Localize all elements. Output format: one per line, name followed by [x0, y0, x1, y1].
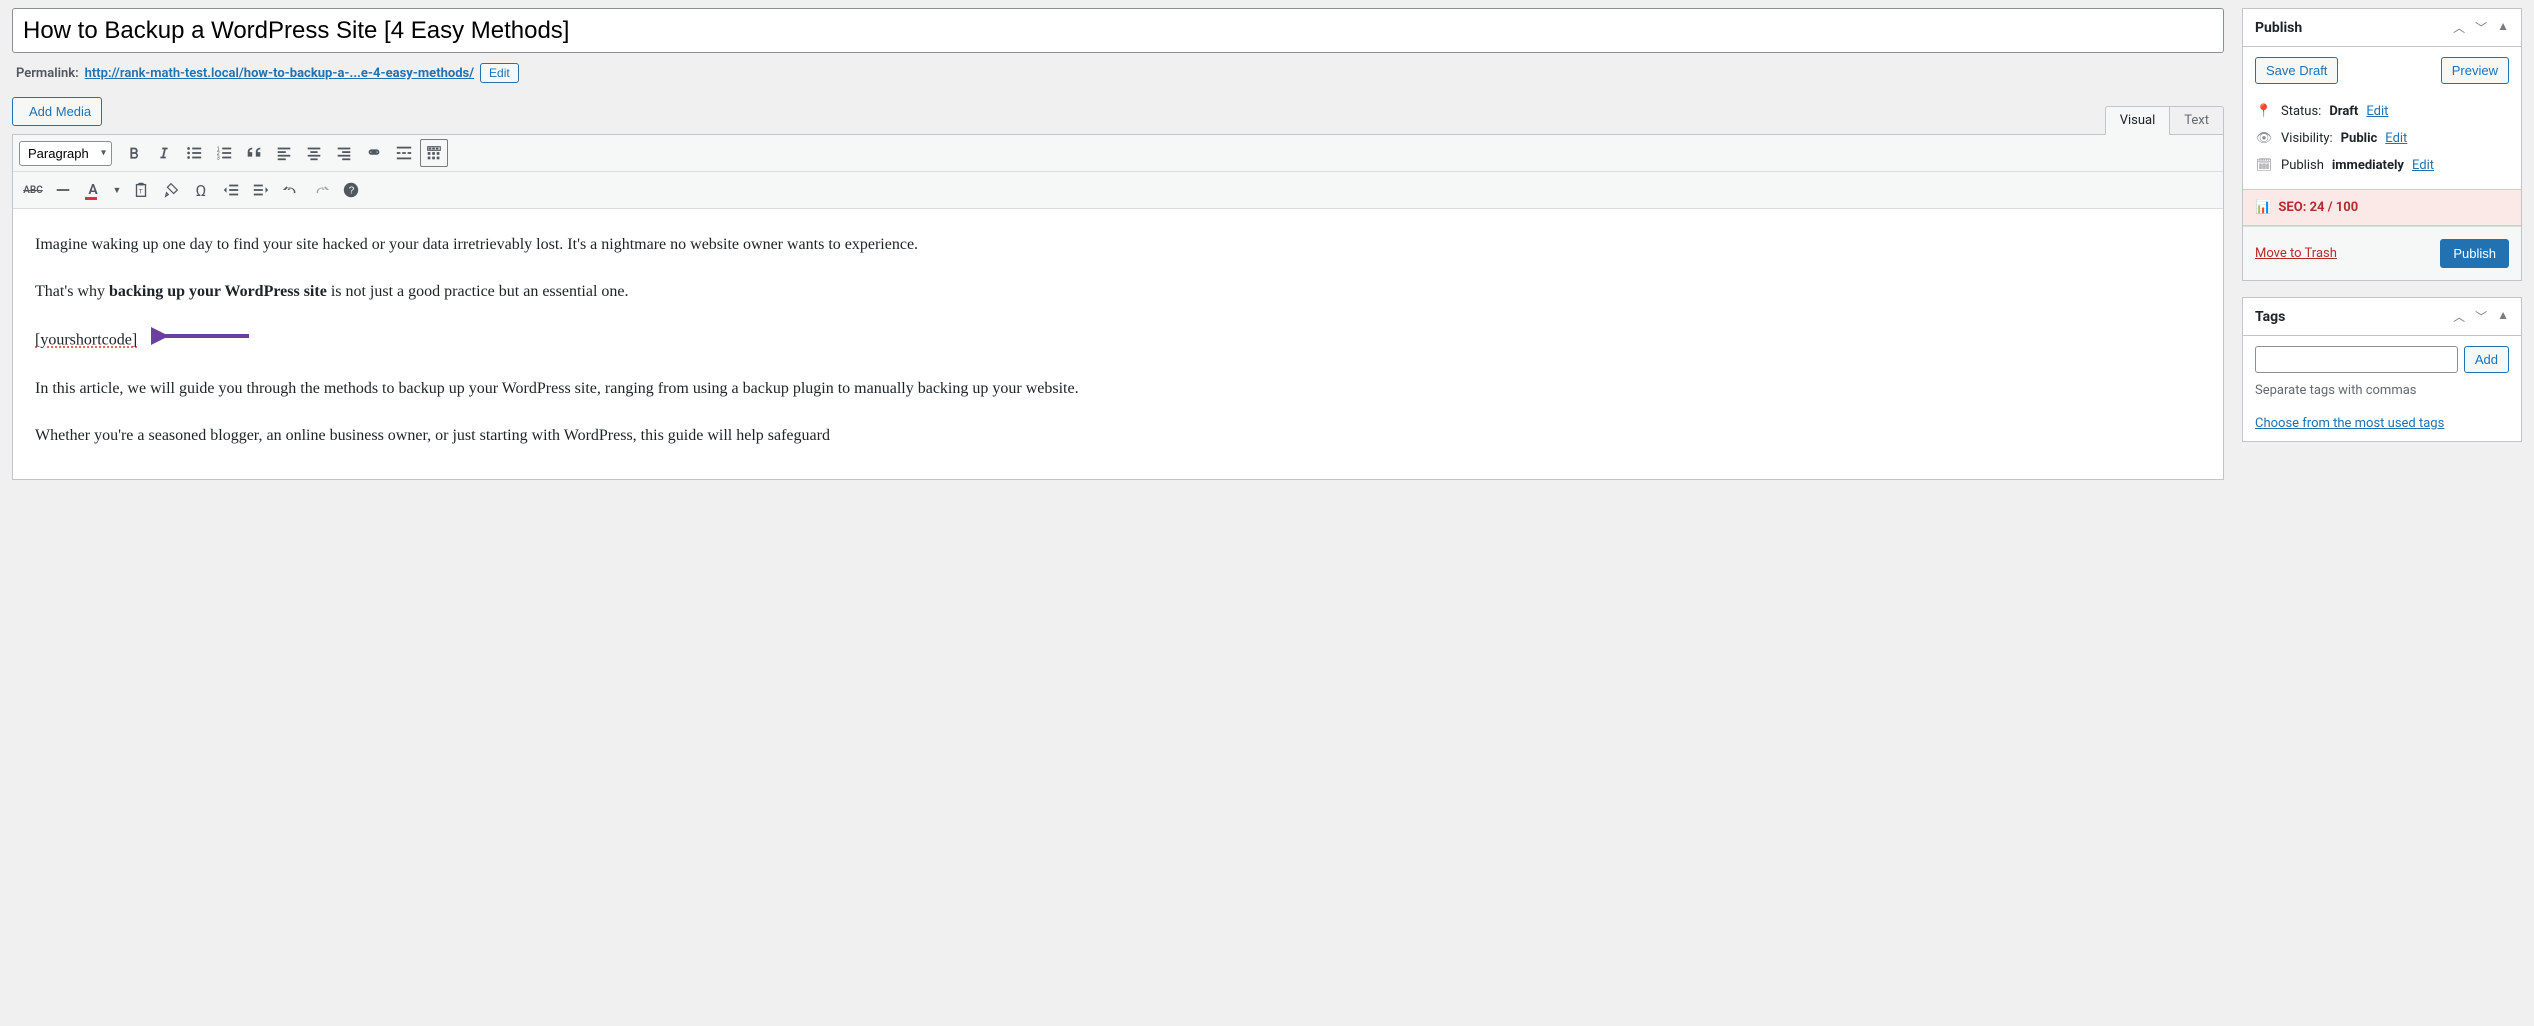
choose-tags-link[interactable]: Choose from the most used tags	[2255, 416, 2444, 431]
svg-text:T: T	[139, 189, 143, 196]
special-char-icon[interactable]: Ω	[187, 176, 215, 204]
text-color-dropdown-icon[interactable]: ▼	[109, 176, 125, 204]
editor-box: Paragraph 123 ABC A ▼	[12, 134, 2224, 480]
bullet-list-icon[interactable]	[180, 139, 208, 167]
permalink-url[interactable]: http://rank-math-test.local/how-to-backu…	[85, 66, 474, 81]
read-more-icon[interactable]	[390, 139, 418, 167]
svg-text:?: ?	[349, 186, 355, 197]
content-paragraph: Whether you're a seasoned blogger, an on…	[35, 422, 2201, 449]
toolbar-toggle-icon[interactable]	[420, 139, 448, 167]
paste-text-icon[interactable]: T	[127, 176, 155, 204]
outdent-icon[interactable]	[217, 176, 245, 204]
seo-score-row[interactable]: 📊 SEO: 24 / 100	[2243, 189, 2521, 226]
shortcode-text: [yourshortcode]	[35, 331, 137, 348]
clear-format-icon[interactable]	[157, 176, 185, 204]
add-tag-button[interactable]: Add	[2464, 346, 2509, 373]
content-paragraph: That's why backing up your WordPress sit…	[35, 278, 2201, 305]
arrow-annotation-icon	[151, 326, 251, 355]
horizontal-rule-icon[interactable]	[49, 176, 77, 204]
format-select[interactable]: Paragraph	[19, 141, 112, 166]
tab-text[interactable]: Text	[2169, 106, 2224, 135]
tags-title: Tags	[2255, 309, 2285, 325]
chevron-down-icon[interactable]: ﹀	[2475, 19, 2487, 36]
toolbar-row-1: Paragraph 123	[13, 135, 2223, 172]
tags-metabox: Tags ︿ ﹀ ▲ Add Separate tags with commas…	[2242, 297, 2522, 442]
blockquote-icon[interactable]	[240, 139, 268, 167]
toolbar-row-2: ABC A ▼ T Ω ?	[13, 172, 2223, 209]
help-icon[interactable]: ?	[337, 176, 365, 204]
tags-input[interactable]	[2255, 346, 2458, 373]
text-color-icon[interactable]: A	[79, 176, 107, 204]
save-draft-button[interactable]: Save Draft	[2255, 57, 2338, 84]
redo-icon[interactable]	[307, 176, 335, 204]
collapse-toggle-icon[interactable]: ▲	[2497, 308, 2509, 325]
align-right-icon[interactable]	[330, 139, 358, 167]
publish-button[interactable]: Publish	[2440, 239, 2509, 268]
indent-icon[interactable]	[247, 176, 275, 204]
seo-label: SEO: 24 / 100	[2278, 200, 2358, 215]
status-edit-link[interactable]: Edit	[2366, 104, 2388, 119]
permalink-row: Permalink: http://rank-math-test.local/h…	[12, 53, 2224, 97]
preview-button[interactable]: Preview	[2441, 57, 2509, 84]
svg-text:3: 3	[217, 155, 220, 161]
tab-visual[interactable]: Visual	[2105, 106, 2170, 135]
add-media-label: Add Media	[29, 104, 91, 119]
chevron-up-icon[interactable]: ︿	[2453, 19, 2465, 36]
link-icon[interactable]	[360, 139, 388, 167]
content-paragraph: [yourshortcode]	[35, 326, 2201, 355]
editor-content[interactable]: Imagine waking up one day to find your s…	[13, 209, 2223, 479]
align-center-icon[interactable]	[300, 139, 328, 167]
numbered-list-icon[interactable]: 123	[210, 139, 238, 167]
permalink-label: Permalink:	[16, 66, 79, 81]
chevron-up-icon[interactable]: ︿	[2453, 308, 2465, 325]
undo-icon[interactable]	[277, 176, 305, 204]
permalink-edit-button[interactable]: Edit	[480, 63, 519, 83]
publish-header: Publish ︿ ﹀ ▲	[2243, 9, 2521, 47]
publish-metabox: Publish ︿ ﹀ ▲ Save Draft Preview 📍 Statu…	[2242, 8, 2522, 281]
editor-tabs: Visual Text	[2105, 105, 2224, 134]
calendar-icon: 🗓	[2255, 158, 2273, 173]
move-to-trash-link[interactable]: Move to Trash	[2255, 246, 2337, 261]
chevron-down-icon[interactable]: ﹀	[2475, 308, 2487, 325]
pin-icon: 📍	[2255, 104, 2273, 119]
content-paragraph: In this article, we will guide you throu…	[35, 375, 2201, 402]
italic-icon[interactable]	[150, 139, 178, 167]
content-paragraph: Imagine waking up one day to find your s…	[35, 231, 2201, 258]
publish-edit-link[interactable]: Edit	[2412, 158, 2434, 173]
chart-icon: 📊	[2255, 200, 2271, 215]
eye-icon: 👁	[2255, 131, 2273, 146]
publish-title: Publish	[2255, 20, 2302, 36]
bold-icon[interactable]	[120, 139, 148, 167]
visibility-edit-link[interactable]: Edit	[2385, 131, 2407, 146]
add-media-button[interactable]: Add Media	[12, 97, 102, 126]
collapse-toggle-icon[interactable]: ▲	[2497, 19, 2509, 36]
tags-hint: Separate tags with commas	[2255, 383, 2509, 398]
tags-header: Tags ︿ ﹀ ▲	[2243, 298, 2521, 336]
align-left-icon[interactable]	[270, 139, 298, 167]
strikethrough-icon[interactable]: ABC	[19, 176, 47, 204]
post-title-input[interactable]	[12, 8, 2224, 53]
